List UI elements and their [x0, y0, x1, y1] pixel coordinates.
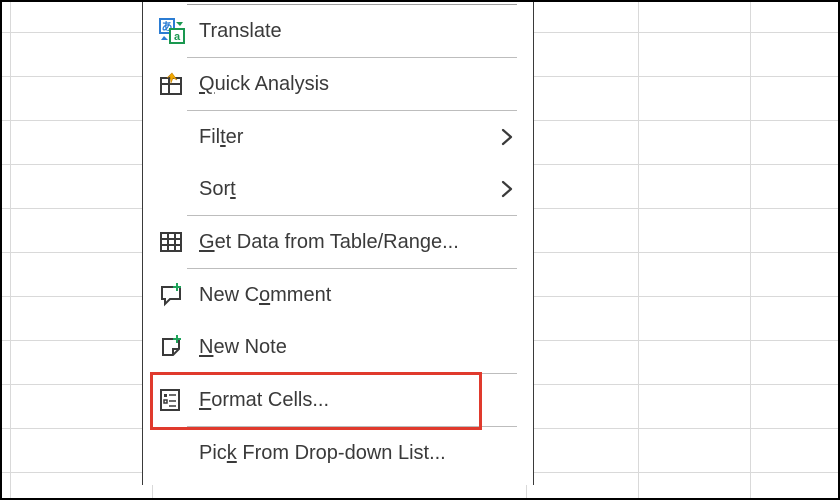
table-icon [159, 230, 195, 254]
menu-item-quick-analysis[interactable]: Quick Analysis [143, 58, 533, 110]
context-menu: あaTranslate Quick Analysis Filter Sort Get D… [142, 2, 534, 485]
menu-item-sort[interactable]: Sort [143, 163, 533, 215]
new-comment-icon [159, 283, 195, 307]
menu-item-new-comment[interactable]: New Comment [143, 269, 533, 321]
menu-item-label: Get Data from Table/Range... [195, 231, 533, 254]
menu-item-label: New Note [195, 336, 533, 359]
svg-text:a: a [174, 31, 181, 43]
menu-item-label: Translate [195, 20, 533, 43]
menu-item-pick-from-drop-down-list[interactable]: Pick From Drop-down List... [143, 427, 533, 479]
menu-item-get-data-from-table-range[interactable]: Get Data from Table/Range... [143, 216, 533, 268]
translate-icon: あa [159, 18, 195, 44]
menu-item-label: Quick Analysis [195, 73, 533, 96]
format-cells-icon [159, 388, 195, 412]
menu-item-label: New Comment [195, 284, 533, 307]
menu-item-label: Sort [195, 178, 501, 201]
menu-item-format-cells[interactable]: Format Cells... [143, 374, 533, 426]
menu-item-translate[interactable]: あaTranslate [143, 5, 533, 57]
menu-item-label: Filter [195, 126, 501, 149]
chevron-right-icon [501, 128, 533, 146]
menu-item-label: Pick From Drop-down List... [195, 442, 533, 465]
menu-item-label: Format Cells... [195, 389, 533, 412]
chevron-right-icon [501, 180, 533, 198]
menu-item-new-note[interactable]: New Note [143, 321, 533, 373]
new-note-icon [159, 335, 195, 359]
quick-analysis-icon [159, 72, 195, 96]
menu-item-filter[interactable]: Filter [143, 111, 533, 163]
